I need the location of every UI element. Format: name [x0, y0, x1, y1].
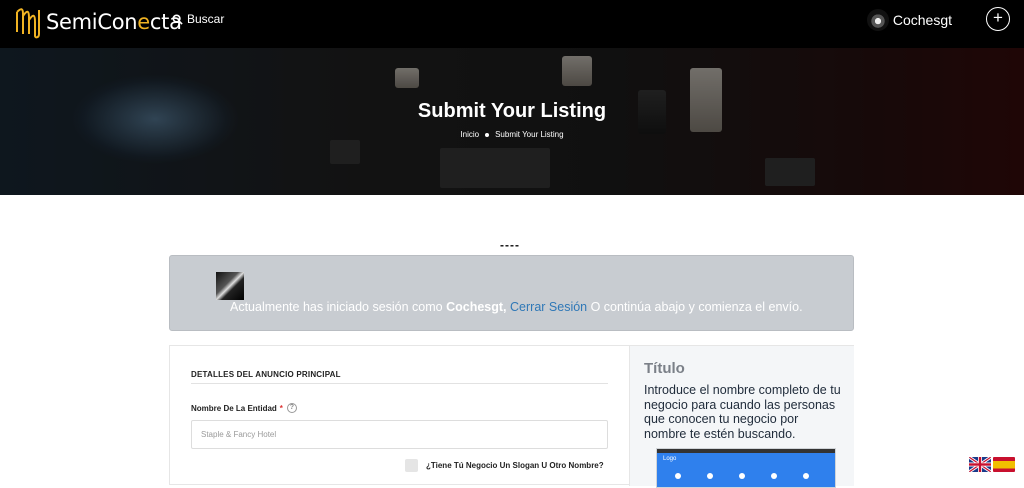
- listing-form: DETALLES DEL ANUNCIO PRINCIPAL Nombre De…: [169, 345, 854, 488]
- user-menu[interactable]: Cochesgt: [866, 9, 952, 31]
- entity-name-input[interactable]: [191, 420, 608, 449]
- help-text: Introduce el nombre completo de tu negoc…: [644, 383, 841, 441]
- site-logo[interactable]: SemiConecta: [14, 4, 182, 40]
- breadcrumb-separator: [485, 132, 490, 137]
- help-title: Título: [644, 360, 685, 377]
- username: Cochesgt: [892, 12, 952, 28]
- flag-en-icon[interactable]: [969, 457, 991, 472]
- login-message: Actualmente has iniciado sesión como Coc…: [230, 300, 803, 314]
- avatar: [866, 9, 889, 31]
- logout-link[interactable]: Cerrar Sesión: [510, 300, 587, 314]
- entity-name-label: Nombre De La Entidad * ?: [191, 403, 297, 413]
- login-notice: Actualmente has iniciado sesión como Coc…: [169, 255, 854, 331]
- section-divider-line: [191, 383, 608, 384]
- help-icon[interactable]: ?: [286, 403, 297, 413]
- add-listing-button[interactable]: +: [986, 7, 1010, 31]
- hero-banner: Submit Your Listing Inicio Submit Your Li…: [0, 48, 1024, 195]
- search-label: Buscar: [187, 12, 225, 26]
- preview-logo: Logo: [657, 453, 835, 465]
- user-thumbnail: [216, 272, 244, 300]
- breadcrumb-current: Submit Your Listing: [495, 130, 564, 139]
- slogan-toggle[interactable]: ¿Tiene Tú Negocio Un Slogan U Otro Nombr…: [405, 459, 604, 472]
- listing-preview-image: Logo: [656, 448, 836, 488]
- section-divider: ----: [500, 238, 520, 252]
- breadcrumb: Inicio Submit Your Listing: [0, 130, 1024, 139]
- breadcrumb-home[interactable]: Inicio: [460, 130, 479, 139]
- search-button[interactable]: Buscar: [172, 12, 224, 26]
- logged-user: Cochesgt,: [446, 300, 507, 314]
- page-title: Submit Your Listing: [417, 100, 607, 122]
- top-navbar: SemiConecta Buscar Cochesgt +: [0, 0, 1024, 48]
- help-sidebar: Título Introduce el nombre completo de t…: [629, 346, 854, 488]
- slogan-label: ¿Tiene Tú Negocio Un Slogan U Otro Nombr…: [426, 461, 604, 470]
- flag-es-icon[interactable]: [993, 457, 1015, 472]
- required-mark: *: [279, 403, 283, 413]
- search-icon: [172, 13, 183, 25]
- slogan-checkbox[interactable]: [405, 459, 418, 472]
- section-title: DETALLES DEL ANUNCIO PRINCIPAL: [191, 370, 341, 379]
- logo-icon: [16, 8, 40, 39]
